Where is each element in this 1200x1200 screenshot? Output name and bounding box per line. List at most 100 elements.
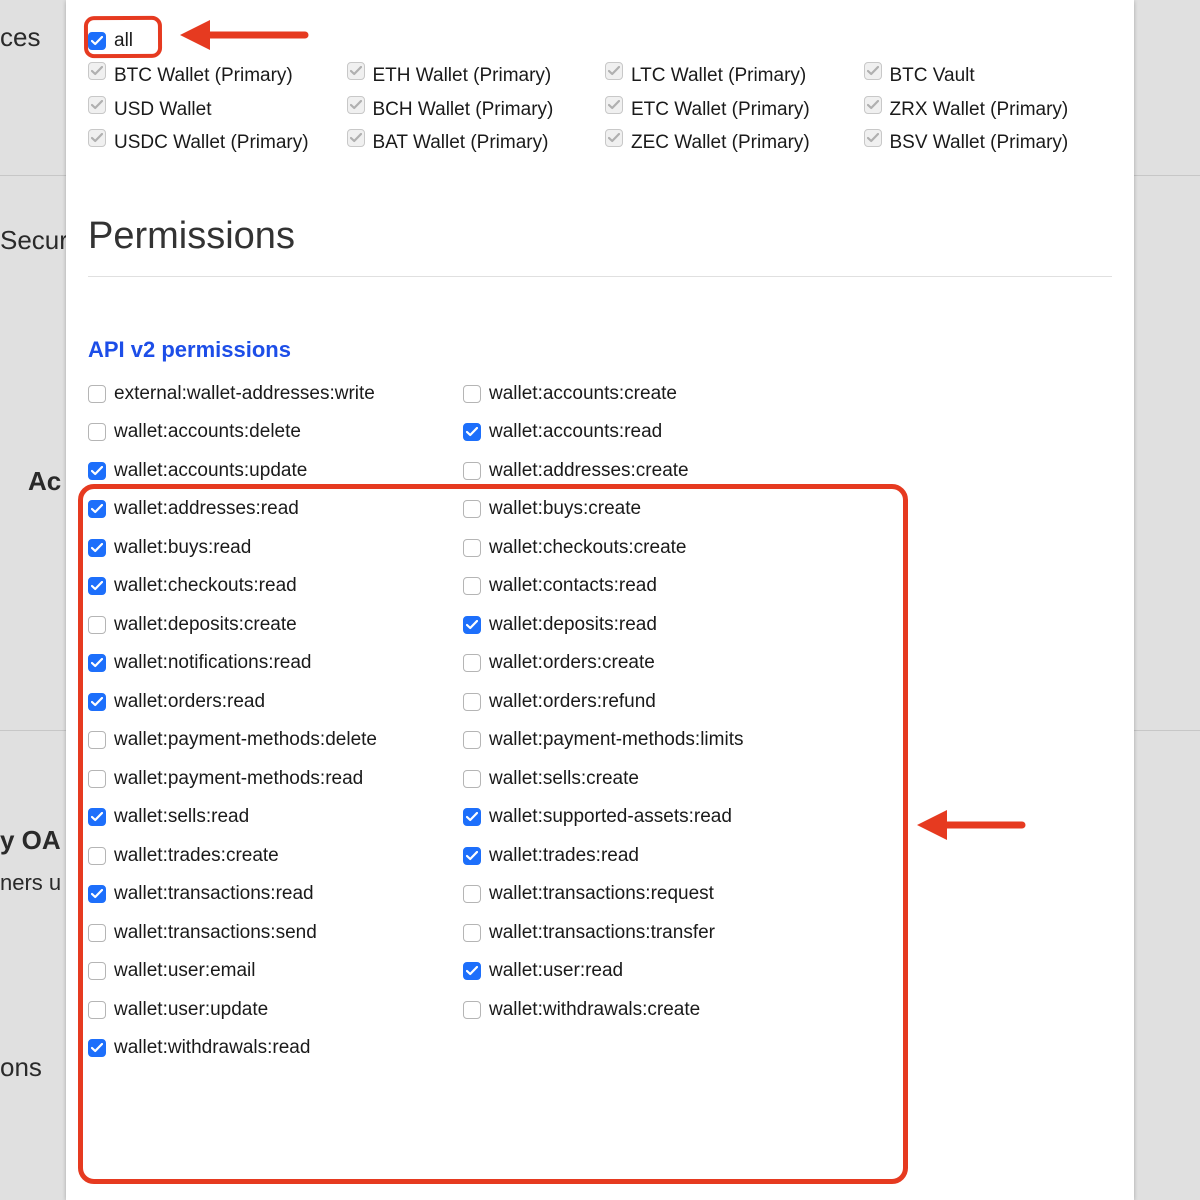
- permission-item[interactable]: wallet:orders:create: [463, 646, 828, 681]
- permission-item[interactable]: wallet:accounts:delete: [88, 415, 453, 450]
- checkbox[interactable]: [88, 962, 106, 980]
- checkbox[interactable]: [463, 500, 481, 518]
- permission-item[interactable]: wallet:transactions:request: [463, 877, 828, 912]
- account-label: ZEC Wallet (Primary): [631, 129, 810, 157]
- checkbox[interactable]: [88, 96, 106, 114]
- checkbox[interactable]: [347, 62, 365, 80]
- checkbox[interactable]: [864, 62, 882, 80]
- permission-item[interactable]: wallet:sells:create: [463, 762, 828, 797]
- checkbox[interactable]: [88, 577, 106, 595]
- permission-item[interactable]: wallet:payment-methods:read: [88, 762, 453, 797]
- checkbox[interactable]: [88, 616, 106, 634]
- account-item[interactable]: BTC Wallet (Primary): [88, 62, 337, 90]
- permission-item[interactable]: wallet:checkouts:create: [463, 531, 828, 566]
- checkbox[interactable]: [463, 770, 481, 788]
- checkbox[interactable]: [463, 962, 481, 980]
- permission-item[interactable]: wallet:deposits:read: [463, 608, 828, 643]
- checkbox[interactable]: [463, 654, 481, 672]
- permission-item[interactable]: wallet:transactions:transfer: [463, 916, 828, 951]
- permission-item[interactable]: wallet:deposits:create: [88, 608, 453, 643]
- account-item[interactable]: ZEC Wallet (Primary): [605, 129, 854, 157]
- checkbox[interactable]: [88, 385, 106, 403]
- account-item[interactable]: ZRX Wallet (Primary): [864, 96, 1113, 124]
- checkbox[interactable]: [88, 885, 106, 903]
- permission-item[interactable]: wallet:orders:refund: [463, 685, 828, 720]
- account-item[interactable]: BSV Wallet (Primary): [864, 129, 1113, 157]
- checkbox[interactable]: [347, 129, 365, 147]
- checkbox[interactable]: [463, 577, 481, 595]
- permission-item[interactable]: wallet:trades:read: [463, 839, 828, 874]
- account-item[interactable]: BCH Wallet (Primary): [347, 96, 596, 124]
- account-item[interactable]: ETH Wallet (Primary): [347, 62, 596, 90]
- checkbox[interactable]: [88, 500, 106, 518]
- checkbox[interactable]: [463, 847, 481, 865]
- checkbox[interactable]: [864, 96, 882, 114]
- permission-item[interactable]: wallet:sells:read: [88, 800, 453, 835]
- checkbox[interactable]: [864, 129, 882, 147]
- permission-item[interactable]: wallet:accounts:update: [88, 454, 453, 489]
- checkbox[interactable]: [463, 731, 481, 749]
- checkbox[interactable]: [605, 62, 623, 80]
- checkbox[interactable]: [88, 62, 106, 80]
- account-item[interactable]: LTC Wallet (Primary): [605, 62, 854, 90]
- account-all-row[interactable]: all: [88, 30, 1112, 52]
- checkbox[interactable]: [88, 1001, 106, 1019]
- checkbox[interactable]: [88, 808, 106, 826]
- checkbox[interactable]: [88, 924, 106, 942]
- permission-item[interactable]: wallet:accounts:read: [463, 415, 828, 450]
- permission-item[interactable]: wallet:payment-methods:delete: [88, 723, 453, 758]
- account-label: ETH Wallet (Primary): [373, 62, 552, 90]
- checkbox[interactable]: [88, 731, 106, 749]
- permission-item[interactable]: wallet:user:email: [88, 954, 453, 989]
- permission-item[interactable]: wallet:trades:create: [88, 839, 453, 874]
- account-item[interactable]: BAT Wallet (Primary): [347, 129, 596, 157]
- checkbox[interactable]: [88, 129, 106, 147]
- account-item[interactable]: USD Wallet: [88, 96, 337, 124]
- checkbox[interactable]: [463, 385, 481, 403]
- permission-item[interactable]: wallet:user:read: [463, 954, 828, 989]
- permission-item[interactable]: wallet:buys:read: [88, 531, 453, 566]
- permission-item[interactable]: external:wallet-addresses:write: [88, 377, 453, 412]
- permission-item[interactable]: wallet:orders:read: [88, 685, 453, 720]
- permission-label: wallet:accounts:delete: [114, 418, 301, 447]
- checkbox[interactable]: [88, 770, 106, 788]
- account-item[interactable]: USDC Wallet (Primary): [88, 129, 337, 157]
- permission-item[interactable]: wallet:contacts:read: [463, 569, 828, 604]
- checkbox[interactable]: [347, 96, 365, 114]
- checkbox[interactable]: [463, 808, 481, 826]
- checkbox[interactable]: [463, 616, 481, 634]
- permission-item[interactable]: wallet:payment-methods:limits: [463, 723, 828, 758]
- checkbox[interactable]: [88, 654, 106, 672]
- permission-label: wallet:sells:create: [489, 765, 639, 794]
- permission-item[interactable]: wallet:transactions:read: [88, 877, 453, 912]
- permission-item[interactable]: wallet:buys:create: [463, 492, 828, 527]
- checkbox[interactable]: [463, 462, 481, 480]
- checkbox[interactable]: [463, 539, 481, 557]
- account-item[interactable]: ETC Wallet (Primary): [605, 96, 854, 124]
- checkbox[interactable]: [605, 129, 623, 147]
- checkbox[interactable]: [88, 539, 106, 557]
- checkbox[interactable]: [463, 1001, 481, 1019]
- checkbox[interactable]: [463, 423, 481, 441]
- account-item[interactable]: BTC Vault: [864, 62, 1113, 90]
- checkbox-all[interactable]: [88, 32, 106, 50]
- checkbox[interactable]: [88, 1039, 106, 1057]
- checkbox[interactable]: [463, 693, 481, 711]
- checkbox[interactable]: [88, 423, 106, 441]
- permission-item[interactable]: wallet:addresses:read: [88, 492, 453, 527]
- permission-item[interactable]: wallet:accounts:create: [463, 377, 828, 412]
- permission-item[interactable]: wallet:addresses:create: [463, 454, 828, 489]
- permission-item[interactable]: wallet:notifications:read: [88, 646, 453, 681]
- checkbox[interactable]: [88, 693, 106, 711]
- checkbox[interactable]: [463, 885, 481, 903]
- checkbox[interactable]: [88, 462, 106, 480]
- permission-item[interactable]: wallet:withdrawals:create: [463, 993, 828, 1028]
- checkbox[interactable]: [463, 924, 481, 942]
- checkbox[interactable]: [605, 96, 623, 114]
- permission-item[interactable]: wallet:withdrawals:read: [88, 1031, 453, 1066]
- permission-item[interactable]: wallet:supported-assets:read: [463, 800, 828, 835]
- permission-item[interactable]: wallet:user:update: [88, 993, 453, 1028]
- permission-item[interactable]: wallet:transactions:send: [88, 916, 453, 951]
- checkbox[interactable]: [88, 847, 106, 865]
- permission-item[interactable]: wallet:checkouts:read: [88, 569, 453, 604]
